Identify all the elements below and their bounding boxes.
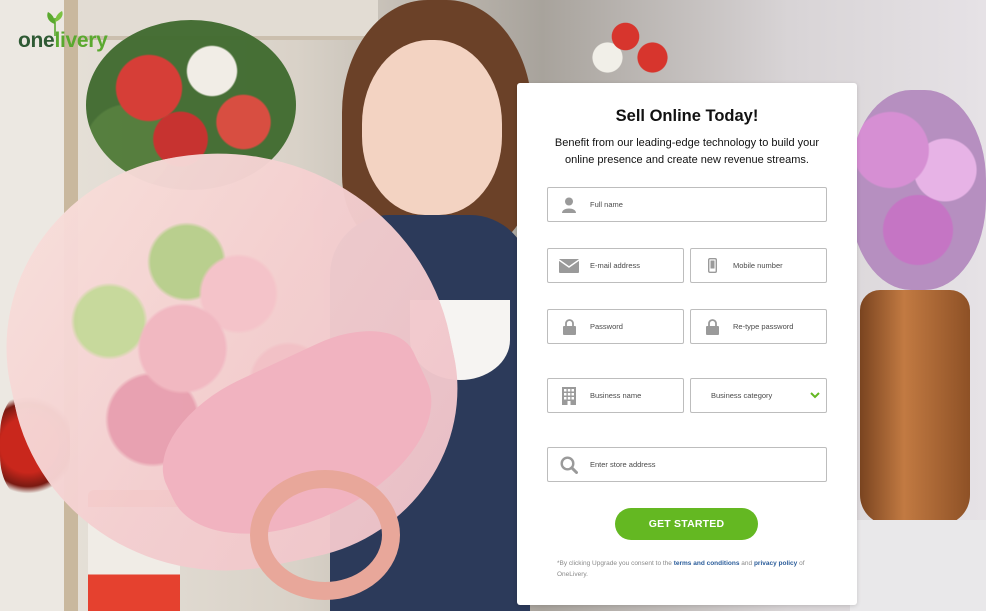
envelope-icon	[548, 249, 590, 282]
retype-password-placeholder: Re-type password	[733, 322, 794, 331]
lock-icon	[691, 310, 733, 343]
bouquet-ribbon	[250, 470, 400, 600]
sprout-icon	[47, 11, 63, 36]
legal-prefix: *By clicking Upgrade you consent to the	[557, 560, 672, 567]
get-started-button[interactable]: GET STARTED	[615, 508, 758, 540]
store-address-field[interactable]: Enter store address	[547, 447, 827, 482]
search-icon	[548, 448, 590, 481]
purple-orchids	[850, 90, 986, 290]
mobile-field[interactable]: Mobile number	[690, 248, 827, 283]
full-name-field[interactable]: Full name	[547, 187, 827, 222]
email-field[interactable]: E-mail address	[547, 248, 684, 283]
legal-and: and	[741, 560, 753, 567]
business-category-select[interactable]: Business category	[690, 378, 827, 413]
privacy-link[interactable]: privacy policy	[754, 560, 797, 567]
phone-icon	[691, 249, 733, 282]
user-icon	[548, 188, 590, 221]
copper-vase	[860, 290, 970, 525]
chevron-down-icon	[804, 392, 826, 399]
full-name-placeholder: Full name	[590, 200, 623, 209]
lock-icon	[548, 310, 590, 343]
form-subtitle: Benefit from our leading-edge technology…	[554, 137, 820, 166]
terms-link[interactable]: terms and conditions	[674, 560, 740, 567]
red-flowers-top	[585, 12, 675, 82]
florist-face	[362, 40, 502, 215]
password-field[interactable]: Password	[547, 309, 684, 344]
building-icon	[548, 379, 590, 412]
mobile-placeholder: Mobile number	[733, 261, 783, 270]
email-placeholder: E-mail address	[590, 261, 641, 270]
store-address-placeholder: Enter store address	[590, 460, 656, 469]
table-surface	[850, 520, 986, 611]
signup-card: Sell Online Today! Benefit from our lead…	[517, 83, 857, 605]
retype-password-field[interactable]: Re-type password	[690, 309, 827, 344]
onelivery-logo[interactable]: onelivery	[18, 11, 108, 51]
form-title: Sell Online Today!	[615, 107, 759, 125]
business-name-field[interactable]: Business name	[547, 378, 684, 413]
business-name-placeholder: Business name	[590, 391, 642, 400]
legal-notice: *By clicking Upgrade you consent to the …	[557, 558, 819, 580]
business-category-value: Business category	[711, 391, 773, 400]
password-placeholder: Password	[590, 322, 623, 331]
